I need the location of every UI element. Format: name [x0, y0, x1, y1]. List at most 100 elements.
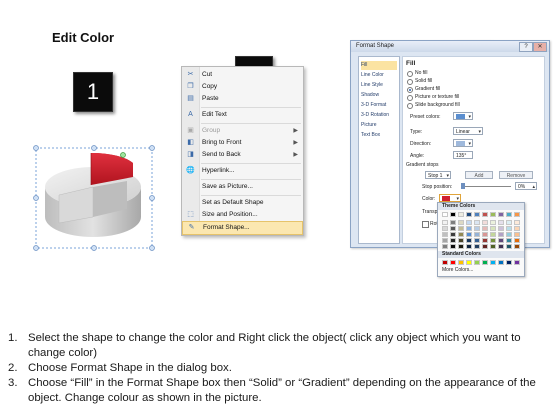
theme-shade-swatch[interactable]	[482, 238, 488, 243]
pie-shape[interactable]	[33, 145, 155, 255]
theme-color-swatch[interactable]	[506, 212, 512, 217]
radio-gradient-fill[interactable]	[407, 87, 413, 93]
standard-color-swatch[interactable]	[474, 260, 480, 265]
theme-shade-swatch[interactable]	[474, 220, 480, 225]
theme-shade-swatch[interactable]	[450, 232, 456, 237]
theme-color-swatch[interactable]	[442, 212, 448, 217]
menu-item-save-as-picture[interactable]: Save as Picture...	[182, 181, 303, 193]
theme-shade-swatch[interactable]	[506, 238, 512, 243]
theme-shade-swatch[interactable]	[474, 226, 480, 231]
theme-shade-swatch[interactable]	[466, 244, 472, 249]
theme-shade-swatch[interactable]	[466, 220, 472, 225]
theme-shade-swatch[interactable]	[450, 244, 456, 249]
theme-color-swatch[interactable]	[466, 212, 472, 217]
theme-shade-swatch[interactable]	[482, 226, 488, 231]
direction-dropdown[interactable]: ▾	[453, 139, 473, 147]
theme-shade-swatch[interactable]	[506, 226, 512, 231]
theme-shade-swatch[interactable]	[506, 220, 512, 225]
radio-no-fill[interactable]	[407, 71, 413, 77]
standard-color-swatch[interactable]	[490, 260, 496, 265]
menu-item-edit-text[interactable]: A Edit Text	[182, 109, 303, 121]
standard-color-swatch[interactable]	[498, 260, 504, 265]
stop-dropdown[interactable]: Stop 1 ▾	[425, 171, 451, 179]
menu-item-send-to-back[interactable]: ◨ Send to Back ▶	[182, 149, 303, 161]
menu-item-format-shape[interactable]: ✎ Format Shape...	[182, 221, 303, 235]
theme-color-swatch[interactable]	[450, 212, 456, 217]
stop-position-slider[interactable]	[461, 186, 511, 187]
help-icon[interactable]: ?	[519, 42, 533, 52]
theme-shade-swatch[interactable]	[490, 244, 496, 249]
standard-color-swatch[interactable]	[466, 260, 472, 265]
menu-item-copy[interactable]: ❐ Copy	[182, 81, 303, 93]
menu-item-cut[interactable]: ✂ Cut	[182, 69, 303, 81]
nav-fill[interactable]: Fill	[361, 61, 397, 70]
theme-shade-swatch[interactable]	[514, 244, 520, 249]
radio-background-fill[interactable]	[407, 103, 413, 109]
theme-shade-swatch[interactable]	[442, 232, 448, 237]
standard-color-swatch[interactable]	[450, 260, 456, 265]
theme-shade-swatch[interactable]	[498, 238, 504, 243]
nav-shadow[interactable]: Shadow	[361, 91, 397, 100]
theme-shade-swatch[interactable]	[466, 232, 472, 237]
theme-shade-swatch[interactable]	[490, 226, 496, 231]
menu-item-paste[interactable]: ▤ Paste	[182, 93, 303, 105]
theme-shade-swatch[interactable]	[474, 232, 480, 237]
theme-shade-swatch[interactable]	[498, 232, 504, 237]
nav-line-color[interactable]: Line Color	[361, 71, 397, 80]
theme-shade-swatch[interactable]	[458, 244, 464, 249]
theme-color-swatch[interactable]	[458, 212, 464, 217]
add-stop-button[interactable]: Add	[465, 171, 493, 179]
menu-item-set-default-shape[interactable]: Set as Default Shape	[182, 197, 303, 209]
color-picker-button[interactable]: ▾	[439, 194, 461, 202]
standard-color-swatch[interactable]	[514, 260, 520, 265]
menu-item-group[interactable]: ▣ Group ▶	[182, 125, 303, 137]
theme-shade-swatch[interactable]	[474, 238, 480, 243]
standard-color-swatch[interactable]	[482, 260, 488, 265]
nav-3d-rotation[interactable]: 3-D Rotation	[361, 111, 397, 120]
theme-shade-swatch[interactable]	[482, 244, 488, 249]
theme-shade-swatch[interactable]	[466, 238, 472, 243]
theme-shade-swatch[interactable]	[474, 244, 480, 249]
theme-shade-swatch[interactable]	[450, 226, 456, 231]
stop-position-input[interactable]: 0% ▴	[515, 182, 537, 190]
remove-stop-button[interactable]: Remove	[499, 171, 533, 179]
theme-shade-swatch[interactable]	[442, 226, 448, 231]
nav-line-style[interactable]: Line Style	[361, 81, 397, 90]
theme-shade-swatch[interactable]	[498, 244, 504, 249]
theme-shade-swatch[interactable]	[442, 238, 448, 243]
angle-input[interactable]: 135°	[453, 151, 473, 159]
theme-color-swatch[interactable]	[474, 212, 480, 217]
stop-position-thumb[interactable]	[461, 183, 465, 189]
menu-item-size-and-position[interactable]: ⬚ Size and Position...	[182, 209, 303, 221]
theme-shade-swatch[interactable]	[514, 220, 520, 225]
more-colors-link[interactable]: More Colors...	[442, 267, 473, 273]
theme-shade-swatch[interactable]	[482, 232, 488, 237]
theme-shade-swatch[interactable]	[458, 238, 464, 243]
theme-shade-swatch[interactable]	[514, 238, 520, 243]
rotate-checkbox[interactable]	[422, 221, 429, 228]
theme-shade-swatch[interactable]	[514, 232, 520, 237]
standard-color-swatch[interactable]	[442, 260, 448, 265]
radio-solid-fill[interactable]	[407, 79, 413, 85]
close-icon[interactable]: ✕	[533, 42, 547, 52]
theme-shade-swatch[interactable]	[458, 226, 464, 231]
theme-color-swatch[interactable]	[514, 212, 520, 217]
nav-text-box[interactable]: Text Box	[361, 131, 397, 140]
nav-3d-format[interactable]: 3-D Format	[361, 101, 397, 110]
theme-shade-swatch[interactable]	[450, 220, 456, 225]
theme-shade-swatch[interactable]	[506, 244, 512, 249]
theme-shade-swatch[interactable]	[490, 220, 496, 225]
theme-shade-swatch[interactable]	[506, 232, 512, 237]
theme-shade-swatch[interactable]	[442, 244, 448, 249]
menu-item-bring-to-front[interactable]: ◧ Bring to Front ▶	[182, 137, 303, 149]
preset-colors-dropdown[interactable]: ▾	[453, 112, 473, 120]
radio-picture-fill[interactable]	[407, 95, 413, 101]
standard-color-swatch[interactable]	[506, 260, 512, 265]
menu-item-hyperlink[interactable]: 🌐 Hyperlink...	[182, 165, 303, 177]
type-dropdown[interactable]: Linear ▾	[453, 127, 483, 135]
theme-shade-swatch[interactable]	[458, 232, 464, 237]
theme-shade-swatch[interactable]	[458, 220, 464, 225]
theme-shade-swatch[interactable]	[514, 226, 520, 231]
theme-shade-swatch[interactable]	[442, 220, 448, 225]
theme-shade-swatch[interactable]	[490, 238, 496, 243]
